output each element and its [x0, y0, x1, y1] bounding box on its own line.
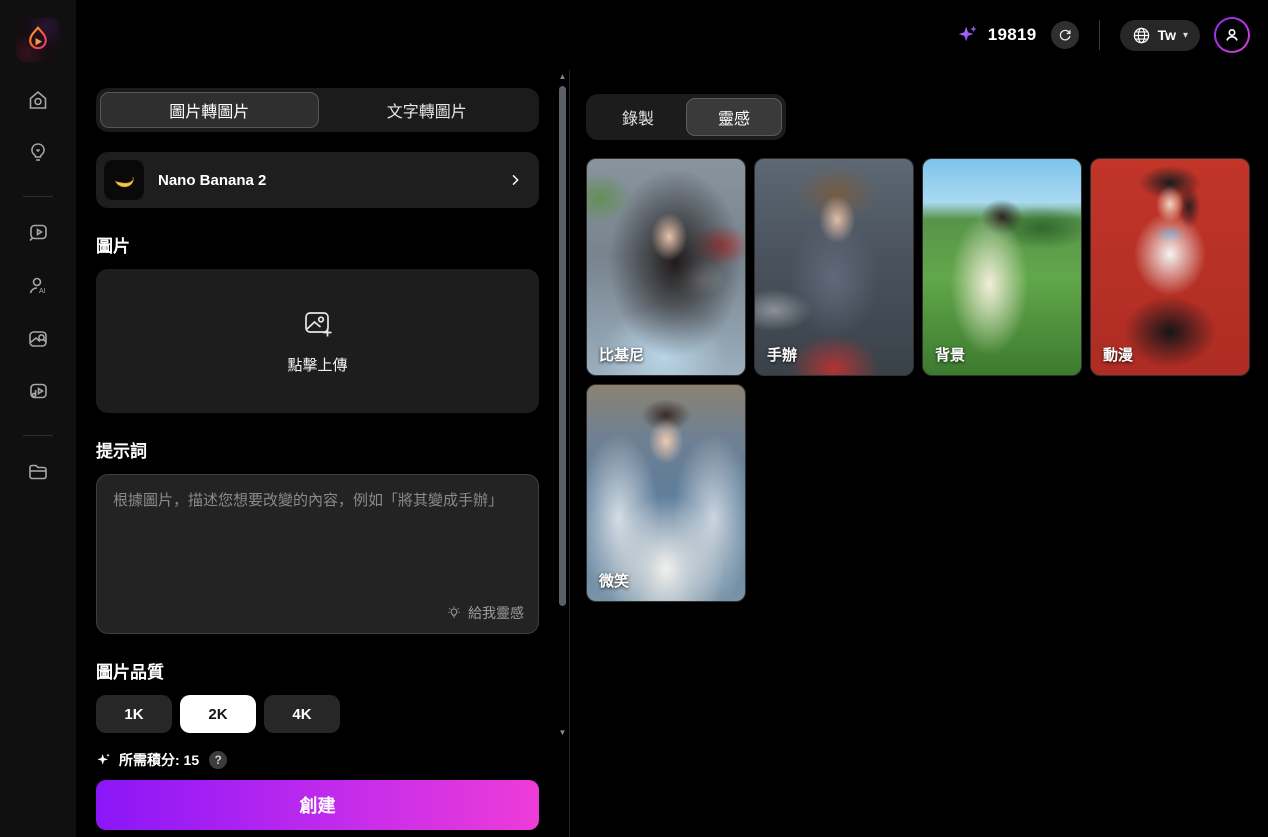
inspiration-card-grid: 比基尼 手辦 背景 動漫 微笑 [586, 158, 1266, 602]
inspiration-bulb-icon [446, 605, 462, 621]
mode-tabs: 圖片轉圖片 文字轉圖片 [96, 88, 539, 132]
generator-panel: 圖片轉圖片 文字轉圖片 Nano Banana 2 [76, 70, 570, 837]
prompt-section-label: 提示詞 [96, 437, 539, 462]
globe-icon [1132, 26, 1151, 45]
model-selector[interactable]: Nano Banana 2 [96, 152, 539, 208]
inspiration-panel: 錄製 靈感 比基尼 手辦 背景 動漫 [570, 70, 1268, 837]
scrollbar-up-arrow[interactable]: ▲ [559, 72, 567, 84]
sparkle-icon [957, 24, 979, 46]
prompt-box: 給我靈感 [96, 474, 539, 634]
inspiration-card-background[interactable]: 背景 [922, 158, 1082, 376]
sidebar-item-image-search[interactable] [16, 317, 60, 361]
person-icon [1222, 25, 1242, 45]
credits-required-line: 所需積分: 15 ? [96, 750, 539, 770]
profile-avatar[interactable] [1214, 17, 1250, 53]
card-label: 手辦 [767, 344, 797, 365]
quality-option-1k[interactable]: 1K [96, 695, 172, 733]
banana-icon [111, 167, 137, 193]
upload-dropzone[interactable]: 點擊上傳 [96, 269, 539, 413]
credits-value: 19819 [988, 25, 1037, 45]
flame-logo-icon [20, 22, 56, 58]
chevron-down-icon: ▾ [1183, 30, 1188, 41]
sidebar-item-home[interactable] [16, 78, 60, 122]
quality-section-label: 圖片品質 [96, 658, 539, 683]
quality-options: 1K 2K 4K [96, 695, 539, 733]
home-icon [26, 88, 50, 112]
inspiration-card-bikini[interactable]: 比基尼 [586, 158, 746, 376]
credits-required-label: 所需積分: 15 [119, 750, 199, 770]
sidebar-item-video-search[interactable] [16, 211, 60, 255]
chevron-right-icon [507, 172, 523, 188]
ai-person-icon: AI [26, 274, 50, 298]
refresh-credits-button[interactable] [1051, 21, 1079, 49]
lightbulb-icon [26, 141, 50, 165]
inspire-me-label: 給我靈感 [468, 603, 524, 623]
topbar: 19819 Tw ▾ [76, 0, 1268, 70]
scrollbar-thumb[interactable] [559, 86, 566, 606]
inspiration-card-anime[interactable]: 動漫 [1090, 158, 1250, 376]
card-label: 微笑 [599, 570, 629, 591]
refresh-icon [1058, 28, 1072, 42]
sparkle-small-icon [96, 752, 112, 768]
tab-inspiration[interactable]: 靈感 [686, 98, 782, 136]
card-label: 背景 [935, 344, 965, 365]
quality-option-4k[interactable]: 4K [264, 695, 340, 733]
sidebar-divider [23, 196, 53, 197]
credits-help-button[interactable]: ? [209, 751, 227, 769]
sidebar-item-music-video[interactable] [16, 370, 60, 414]
model-icon-wrap [104, 160, 144, 200]
image-section-label: 圖片 [96, 232, 539, 257]
tab-image-to-image[interactable]: 圖片轉圖片 [100, 92, 319, 128]
inspiration-card-figure[interactable]: 手辦 [754, 158, 914, 376]
upload-label: 點擊上傳 [287, 354, 347, 375]
sidebar-item-ai-avatar[interactable]: AI [16, 264, 60, 308]
model-name: Nano Banana 2 [158, 172, 493, 189]
tab-recordings[interactable]: 錄製 [590, 98, 686, 136]
image-search-icon [26, 327, 50, 351]
folder-icon [26, 460, 50, 484]
generator-footer: 所需積分: 15 ? 創建 [76, 742, 569, 837]
card-label: 動漫 [1103, 344, 1133, 365]
create-button[interactable]: 創建 [96, 780, 539, 830]
video-search-icon [26, 221, 50, 245]
language-selector[interactable]: Tw ▾ [1120, 20, 1200, 51]
sidebar-item-files[interactable] [16, 450, 60, 494]
sidebar: AI [0, 0, 76, 837]
left-panel-scrollbar: ▲ ▼ [556, 72, 569, 740]
credits-display: 19819 [957, 24, 1037, 46]
content: 圖片轉圖片 文字轉圖片 Nano Banana 2 [76, 70, 1268, 837]
app-window: AI [0, 0, 1268, 837]
svg-text:AI: AI [39, 288, 46, 295]
inspire-me-button[interactable]: 給我靈感 [446, 603, 524, 623]
card-label: 比基尼 [599, 344, 644, 365]
inspiration-card-smile[interactable]: 微笑 [586, 384, 746, 602]
app-logo[interactable] [16, 18, 60, 62]
tab-text-to-image[interactable]: 文字轉圖片 [319, 92, 536, 128]
upload-image-icon [301, 307, 335, 341]
prompt-input[interactable] [97, 475, 538, 593]
inspiration-tabs: 錄製 靈感 [586, 94, 786, 140]
language-label: Tw [1158, 27, 1176, 43]
music-video-icon [26, 380, 50, 404]
sidebar-divider [23, 435, 53, 436]
sidebar-item-ideas[interactable] [16, 131, 60, 175]
main-area: 19819 Tw ▾ [76, 0, 1268, 837]
quality-option-2k[interactable]: 2K [180, 695, 256, 733]
topbar-divider [1099, 20, 1100, 50]
generator-panel-scroll-area: 圖片轉圖片 文字轉圖片 Nano Banana 2 [76, 70, 569, 742]
scrollbar-down-arrow[interactable]: ▼ [559, 728, 567, 740]
